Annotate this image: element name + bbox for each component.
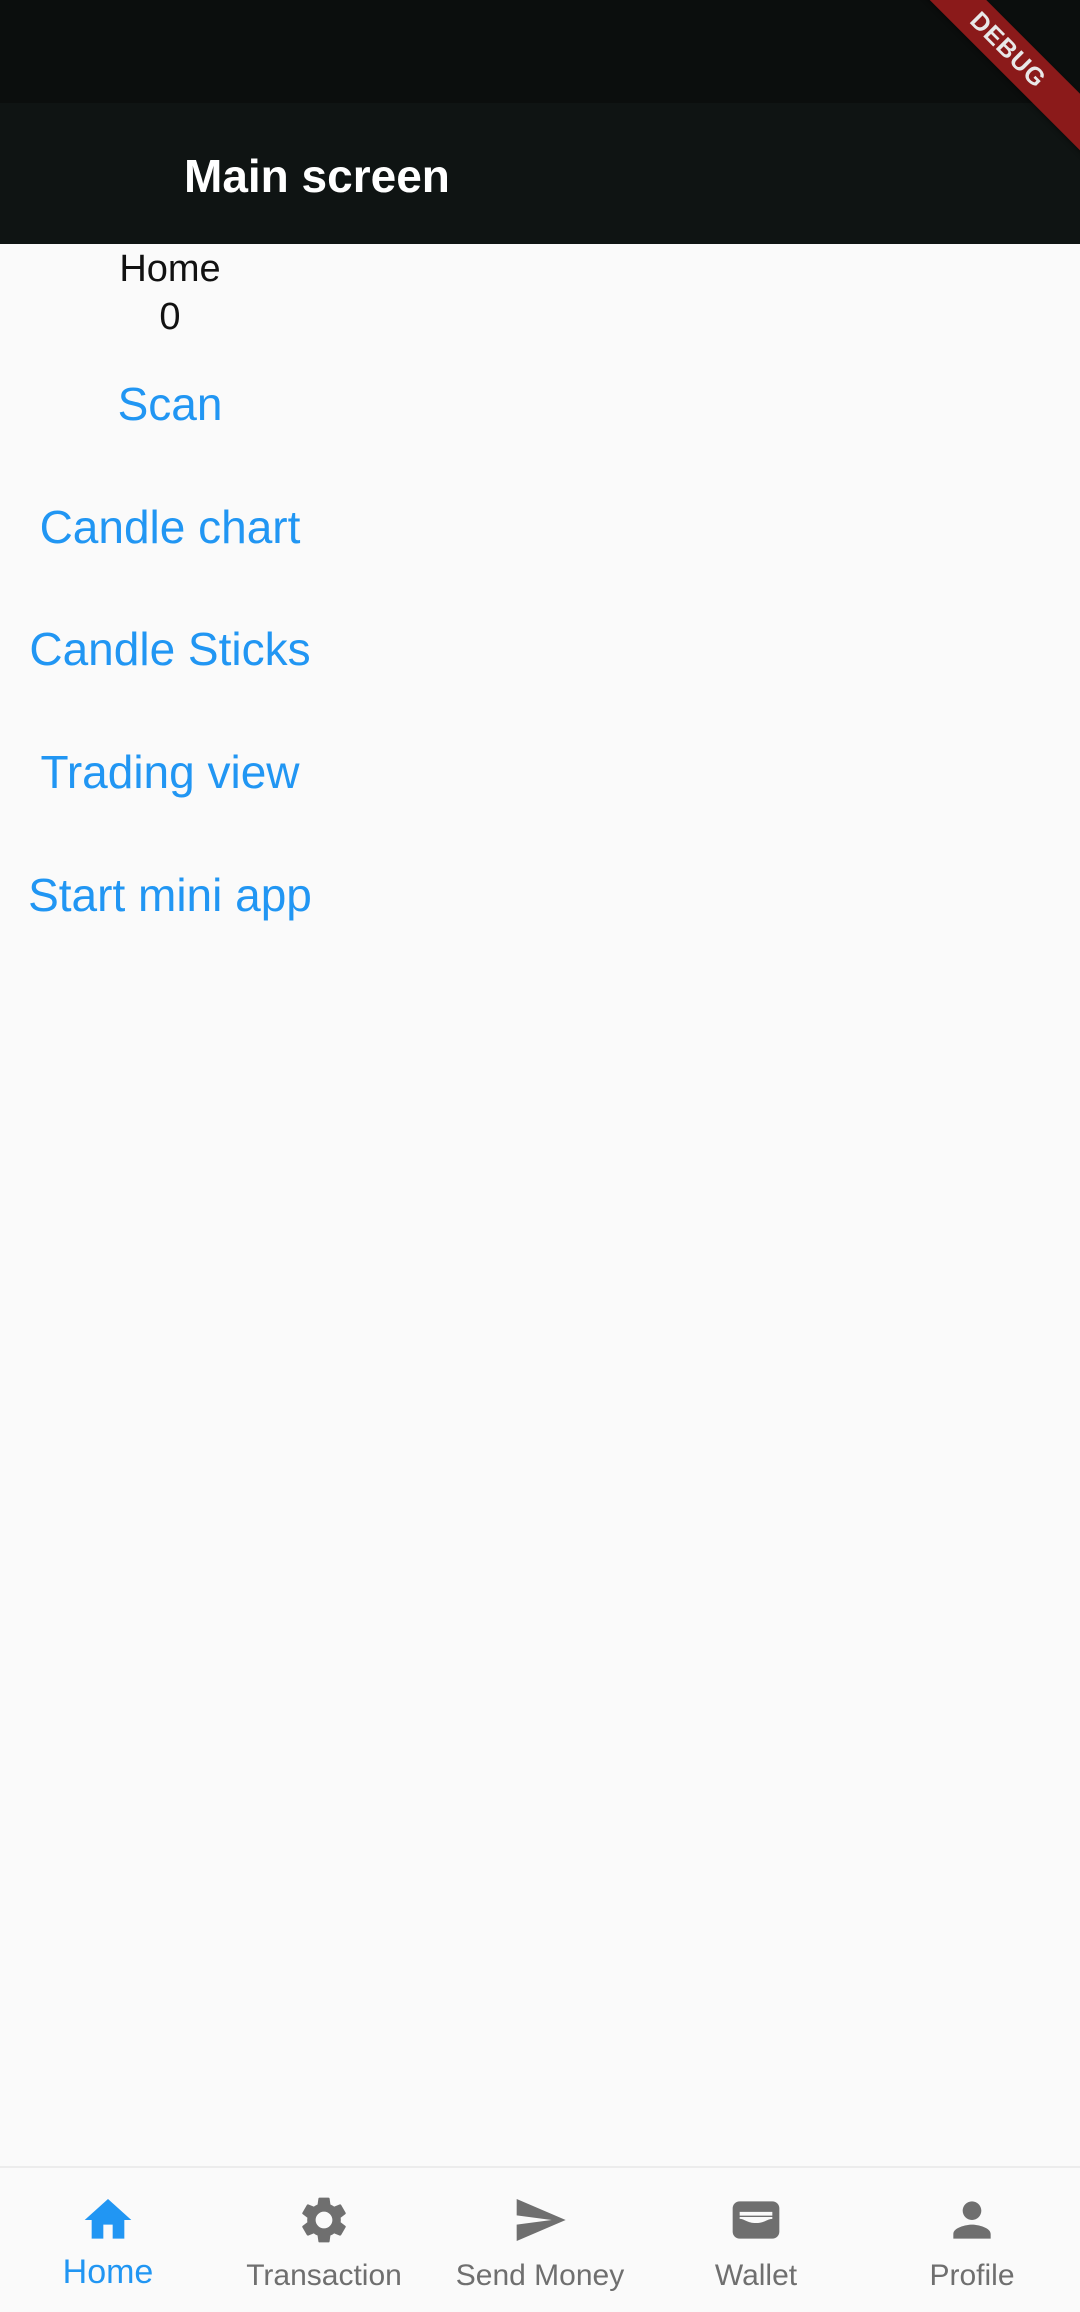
home-icon (84, 2199, 132, 2239)
scan-button[interactable]: Scan (0, 374, 340, 434)
app-bar (0, 103, 1080, 244)
candle-chart-button[interactable]: Candle chart (0, 497, 340, 557)
nav-label-wallet: Wallet (714, 2259, 798, 2292)
nav-label-home: Home (62, 2253, 154, 2291)
nav-item-profile[interactable]: Profile (864, 2168, 1080, 2312)
nav-label-transaction: Transaction (246, 2259, 402, 2292)
nav-label-profile: Profile (929, 2259, 1015, 2292)
counter-value: 0 (159, 296, 181, 338)
nav-item-wallet[interactable]: Wallet (648, 2168, 864, 2312)
gear-icon (302, 2197, 346, 2243)
nav-item-send-money[interactable]: Send Money (432, 2168, 648, 2312)
nav-item-transaction[interactable]: Transaction (216, 2168, 432, 2312)
page-title: Main screen (184, 150, 450, 202)
start-mini-app-button[interactable]: Start mini app (0, 865, 340, 925)
send-icon (516, 2199, 566, 2241)
candle-sticks-button[interactable]: Candle Sticks (0, 619, 340, 679)
person-icon (953, 2201, 991, 2239)
nav-item-home[interactable]: Home (0, 2168, 216, 2312)
status-bar (0, 0, 1080, 103)
wallet-icon (732, 2201, 780, 2239)
nav-label-send-money: Send Money (455, 2259, 625, 2292)
home-label: Home (119, 248, 221, 290)
bottom-navigation: Home Transaction Send Money Wallet Profi… (0, 2166, 1080, 2312)
trading-view-button[interactable]: Trading view (0, 742, 340, 802)
